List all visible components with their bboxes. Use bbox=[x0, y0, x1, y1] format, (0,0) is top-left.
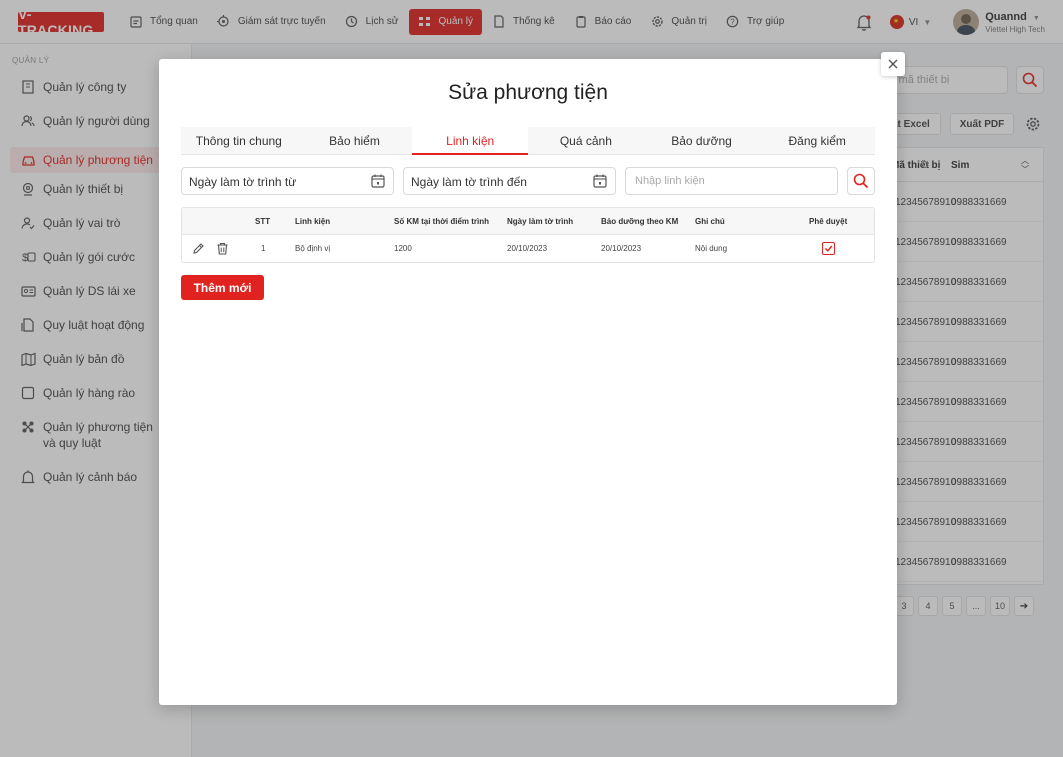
modal-title: Sửa phương tiện bbox=[448, 81, 608, 104]
cell-maintenance: 20/10/2023 bbox=[601, 244, 642, 253]
column-header-note: Ghi chú bbox=[695, 217, 725, 226]
date-to-field[interactable]: Ngày làm tờ trình đến bbox=[403, 167, 616, 195]
tab-general-info[interactable]: Thông tin chung bbox=[181, 127, 297, 154]
column-header-maintenance: Bảo dưỡng theo KM bbox=[601, 217, 679, 226]
date-from-placeholder: Ngày làm tờ trình từ bbox=[189, 175, 297, 189]
edit-vehicle-modal: Sửa phương tiện Thông tin chung Bảo hiểm… bbox=[159, 59, 897, 705]
delete-icon[interactable] bbox=[215, 241, 229, 255]
cell-component: Bộ định vị bbox=[295, 244, 331, 253]
calendar-icon[interactable] bbox=[371, 174, 385, 188]
components-table: STT Linh kiện Số KM tại thời điểm trình … bbox=[181, 207, 875, 263]
column-header-component: Linh kiện bbox=[295, 217, 331, 226]
component-search-button[interactable] bbox=[847, 167, 875, 195]
cell-stt: 1 bbox=[261, 244, 266, 253]
modal-tabs: Thông tin chung Bảo hiểm Linh kiện Quá c… bbox=[181, 127, 875, 155]
search-icon bbox=[853, 173, 869, 189]
calendar-icon[interactable] bbox=[593, 174, 607, 188]
tab-registration[interactable]: Đăng kiểm bbox=[759, 127, 875, 154]
cell-km: 1200 bbox=[394, 244, 412, 253]
table-header: STT Linh kiện Số KM tại thời điểm trình … bbox=[182, 208, 874, 235]
tab-maintenance[interactable]: Bảo dưỡng bbox=[644, 127, 760, 154]
approval-checkbox[interactable] bbox=[822, 242, 835, 255]
tab-components[interactable]: Linh kiện bbox=[412, 127, 529, 155]
column-header-stt: STT bbox=[255, 217, 271, 226]
column-header-approval: Phê duyệt bbox=[809, 217, 848, 226]
close-icon bbox=[888, 59, 898, 69]
edit-icon[interactable] bbox=[191, 241, 205, 255]
tab-transit[interactable]: Quá cảnh bbox=[528, 127, 644, 154]
cell-date: 20/10/2023 bbox=[507, 244, 548, 253]
cell-note: Nội dung bbox=[695, 244, 728, 253]
date-to-placeholder: Ngày làm tờ trình đến bbox=[411, 175, 527, 189]
close-button[interactable] bbox=[881, 52, 905, 76]
column-header-date: Ngày làm tờ trình bbox=[507, 217, 574, 226]
column-header-km: Số KM tại thời điểm trình bbox=[394, 217, 490, 226]
add-new-button[interactable]: Thêm mới bbox=[181, 275, 264, 300]
component-search-input[interactable] bbox=[625, 167, 838, 195]
date-from-field[interactable]: Ngày làm tờ trình từ bbox=[181, 167, 394, 195]
tab-insurance[interactable]: Bảo hiểm bbox=[297, 127, 413, 154]
check-icon bbox=[824, 245, 833, 252]
table-row: 1 Bộ định vị 1200 20/10/2023 20/10/2023 … bbox=[182, 235, 874, 262]
